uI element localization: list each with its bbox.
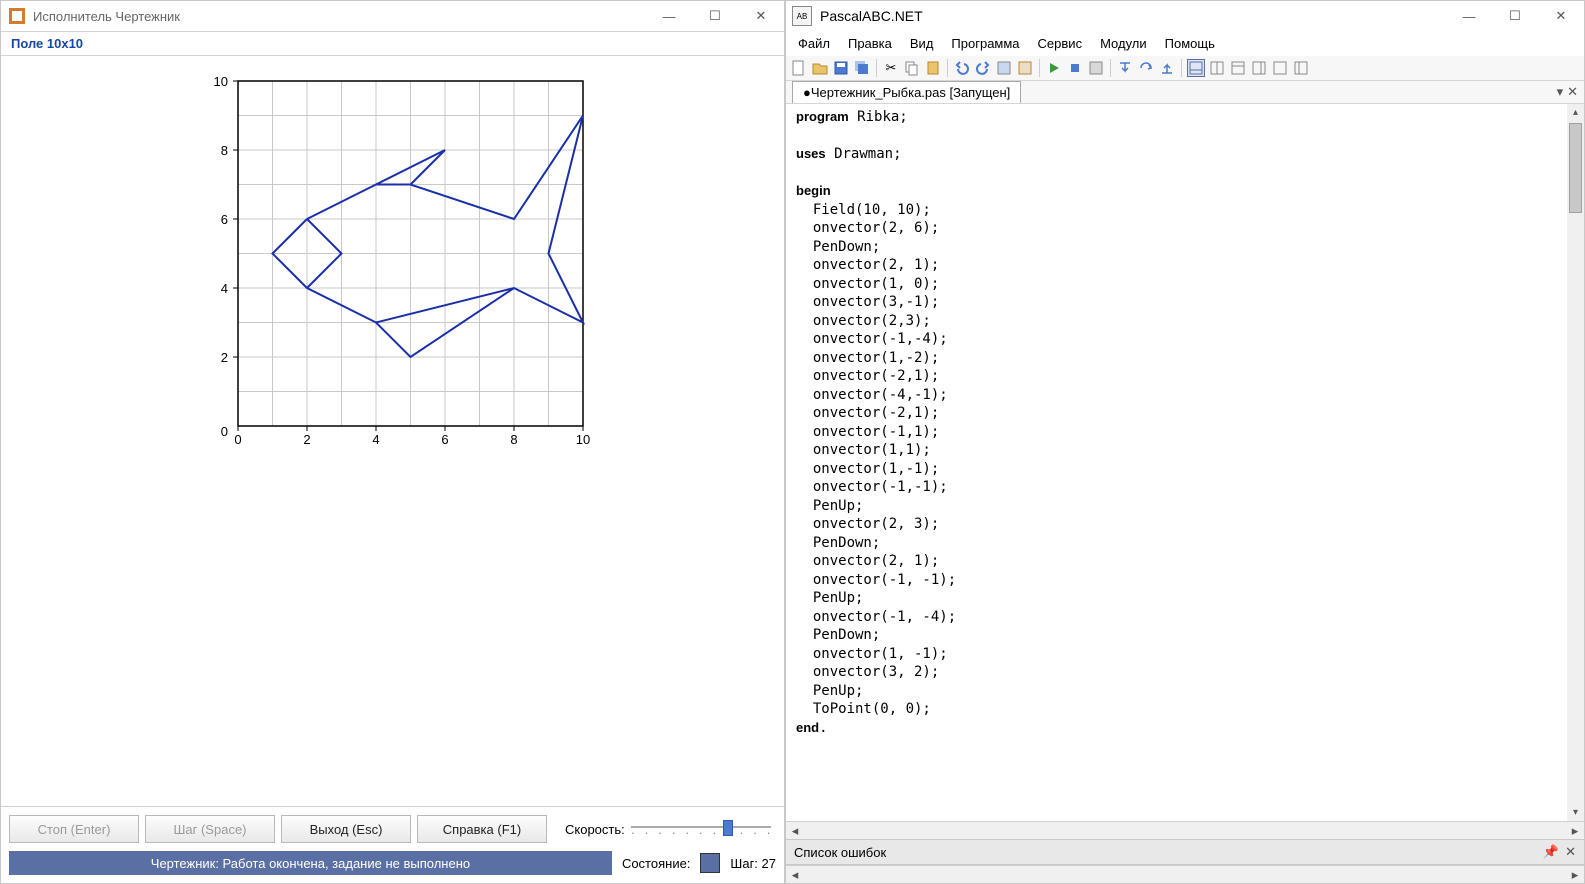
svg-text:10: 10 — [213, 74, 227, 89]
svg-text:10: 10 — [575, 432, 589, 447]
svg-text:6: 6 — [441, 432, 448, 447]
control-panel: Стоп (Enter) Шаг (Space) Выход (Esc) Спр… — [1, 806, 784, 883]
layout2-icon[interactable] — [1208, 59, 1226, 77]
app-icon — [9, 8, 25, 24]
code-hscrollbar[interactable]: ◂ ▸ — [786, 821, 1584, 839]
scroll-thumb[interactable] — [1569, 123, 1582, 213]
svg-text:8: 8 — [510, 432, 517, 447]
drawing-plot: 0 2 4 6 8 10 2 4 6 8 10 0 — [183, 66, 603, 466]
field-label: Поле 10x10 — [1, 31, 784, 56]
undo-icon[interactable] — [953, 59, 971, 77]
redo-icon[interactable] — [974, 59, 992, 77]
ide-titlebar[interactable]: AB PascalABC.NET — ☐ ✕ — [786, 1, 1584, 31]
status-bar: Чертежник: Работа окончена, задание не в… — [9, 851, 612, 875]
compile-icon[interactable] — [1087, 59, 1105, 77]
scroll-up-icon[interactable]: ▴ — [1567, 104, 1584, 121]
paste-icon[interactable] — [924, 59, 942, 77]
save-icon[interactable] — [832, 59, 850, 77]
layout4-icon[interactable] — [1250, 59, 1268, 77]
module-icon[interactable] — [1016, 59, 1034, 77]
state-indicator — [700, 853, 720, 873]
scroll-left-icon[interactable]: ◂ — [786, 823, 804, 839]
step-into-icon[interactable] — [1116, 59, 1134, 77]
svg-text:0: 0 — [220, 424, 227, 439]
errors-hscrollbar[interactable]: ◂ ▸ — [786, 865, 1584, 883]
svg-text:2: 2 — [303, 432, 310, 447]
maximize-button[interactable]: ☐ — [692, 1, 738, 31]
svg-text:6: 6 — [220, 212, 227, 227]
ide-title: PascalABC.NET — [820, 8, 923, 24]
ide-close-button[interactable]: ✕ — [1538, 1, 1584, 31]
menu-item-Сервис[interactable]: Сервис — [1030, 33, 1091, 54]
error-list-header[interactable]: Список ошибок 📌 ✕ — [786, 839, 1584, 865]
step-button[interactable]: Шаг (Space) — [145, 815, 275, 843]
toolbar: ✂ — [786, 56, 1584, 81]
drawman-window: Исполнитель Чертежник — ☐ ✕ Поле 10x10 0… — [0, 0, 785, 884]
open-file-icon[interactable] — [811, 59, 829, 77]
properties-icon[interactable] — [995, 59, 1013, 77]
err-scroll-right-icon[interactable]: ▸ — [1566, 867, 1584, 883]
help-button[interactable]: Справка (F1) — [417, 815, 547, 843]
new-file-icon[interactable] — [790, 59, 808, 77]
menu-item-Вид[interactable]: Вид — [902, 33, 942, 54]
plot-area: 0 2 4 6 8 10 2 4 6 8 10 0 — [1, 56, 784, 806]
menu-item-Правка[interactable]: Правка — [840, 33, 900, 54]
layout5-icon[interactable] — [1271, 59, 1289, 77]
stop-button[interactable]: Стоп (Enter) — [9, 815, 139, 843]
menu-item-Модули[interactable]: Модули — [1092, 33, 1155, 54]
speed-label: Скорость: — [565, 822, 625, 837]
ide-minimize-button[interactable]: — — [1446, 1, 1492, 31]
pascal-icon: AB — [792, 6, 812, 26]
menu-item-Помощь[interactable]: Помощь — [1157, 33, 1223, 54]
layout6-icon[interactable] — [1292, 59, 1310, 77]
code-editor[interactable]: program Ribka; uses Drawman; begin Field… — [786, 104, 1584, 741]
tab-file[interactable]: ●Чертежник_Рыбка.pas [Запущен] — [792, 81, 1021, 103]
tab-bar: ●Чертежник_Рыбка.pas [Запущен] ▾ ✕ — [786, 81, 1584, 104]
run-icon[interactable] — [1045, 59, 1063, 77]
svg-text:4: 4 — [372, 432, 379, 447]
panel-close-icon[interactable]: ✕ — [1565, 844, 1576, 860]
menu-item-Файл[interactable]: Файл — [790, 33, 838, 54]
ide-window: AB PascalABC.NET — ☐ ✕ ФайлПравкаВидПрог… — [785, 0, 1585, 884]
state-label: Состояние: — [622, 856, 690, 871]
copy-icon[interactable] — [903, 59, 921, 77]
close-button[interactable]: ✕ — [738, 1, 784, 31]
save-all-icon[interactable] — [853, 59, 871, 77]
step-out-icon[interactable] — [1158, 59, 1176, 77]
vertical-scrollbar[interactable]: ▴ ▾ — [1567, 104, 1584, 821]
svg-text:4: 4 — [220, 281, 227, 296]
ide-maximize-button[interactable]: ☐ — [1492, 1, 1538, 31]
step-over-icon[interactable] — [1137, 59, 1155, 77]
step-count: Шаг: 27 — [730, 856, 776, 871]
tab-close-icon[interactable]: ✕ — [1567, 84, 1578, 100]
menu-bar: ФайлПравкаВидПрограммаСервисМодулиПомощь — [786, 31, 1584, 56]
stop-icon[interactable] — [1066, 59, 1084, 77]
minimize-button[interactable]: — — [646, 1, 692, 31]
svg-text:8: 8 — [220, 143, 227, 158]
speed-slider[interactable]: ··········· — [631, 818, 771, 840]
svg-text:0: 0 — [234, 432, 241, 447]
drawman-title: Исполнитель Чертежник — [33, 9, 180, 24]
drawman-titlebar[interactable]: Исполнитель Чертежник — ☐ ✕ — [1, 1, 784, 31]
layout3-icon[interactable] — [1229, 59, 1247, 77]
menu-item-Программа[interactable]: Программа — [943, 33, 1027, 54]
cut-icon[interactable]: ✂ — [882, 59, 900, 77]
layout1-icon[interactable] — [1187, 59, 1205, 77]
scroll-right-icon[interactable]: ▸ — [1566, 823, 1584, 839]
tab-dropdown-icon[interactable]: ▾ — [1557, 84, 1564, 100]
error-list-title: Список ошибок — [794, 845, 886, 860]
err-scroll-left-icon[interactable]: ◂ — [786, 867, 804, 883]
svg-text:2: 2 — [220, 350, 227, 365]
exit-button[interactable]: Выход (Esc) — [281, 815, 411, 843]
pin-icon[interactable]: 📌 — [1543, 844, 1559, 860]
scroll-down-icon[interactable]: ▾ — [1567, 804, 1584, 821]
